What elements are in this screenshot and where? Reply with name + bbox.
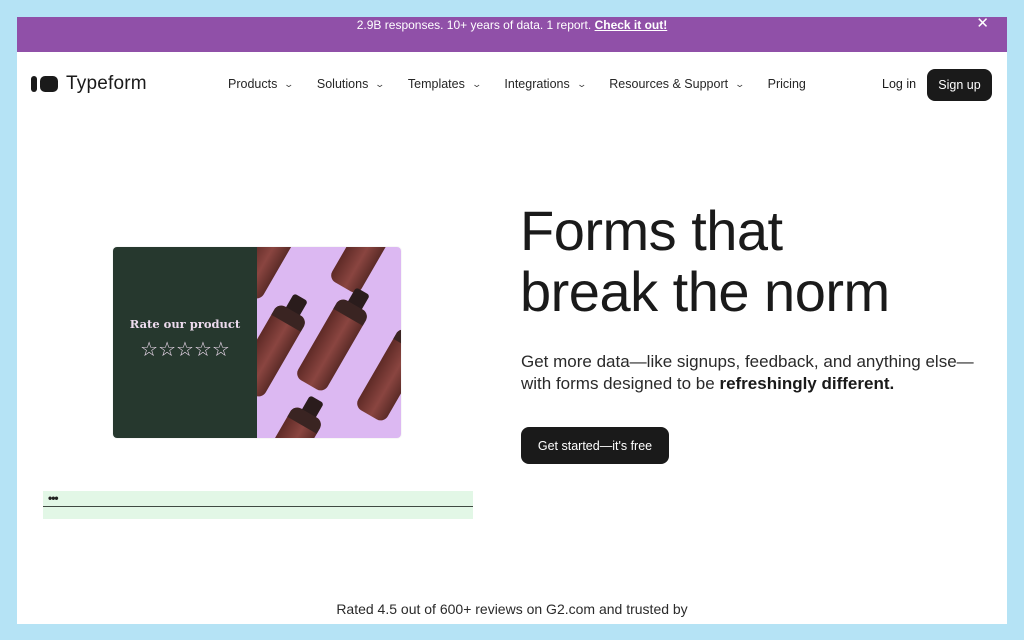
answer-input-preview: •••: [43, 491, 473, 519]
nav-item-integrations[interactable]: Integrations ⌄: [504, 77, 587, 91]
nav-item-resources-support[interactable]: Resources & Support ⌄: [609, 77, 746, 91]
chevron-down-icon: ⌄: [471, 78, 482, 89]
brand-name: Typeform: [66, 73, 147, 94]
bottle-image: [354, 326, 401, 424]
top-navigation: Typeform Products ⌄ Solutions ⌄ Template…: [17, 52, 1007, 117]
nav-item-label: Products: [228, 77, 278, 91]
hero-subtitle-emphasis: refreshingly different.: [719, 374, 895, 393]
nav-item-products[interactable]: Products ⌄: [228, 77, 295, 91]
nav-item-label: Templates: [407, 77, 465, 91]
get-started-button[interactable]: Get started—it's free: [521, 427, 669, 464]
nav-item-pricing[interactable]: Pricing: [768, 77, 806, 91]
logo-mark-icon: [31, 76, 37, 92]
rating-panel: Rate our product ☆☆☆☆☆: [113, 247, 257, 438]
nav-item-label: Solutions: [316, 77, 369, 91]
bottle-image: [257, 302, 308, 400]
bottle-image: [294, 296, 370, 394]
nav-item-solutions[interactable]: Solutions ⌄: [316, 77, 386, 91]
banner-link[interactable]: Check it out!: [595, 18, 668, 32]
chevron-down-icon: ⌄: [734, 78, 746, 89]
bottle-image: [257, 247, 306, 302]
product-image: [257, 247, 401, 438]
nav-item-label: Integrations: [504, 77, 570, 91]
chevron-down-icon: ⌄: [374, 78, 386, 89]
logo-mark-icon-b: [40, 76, 58, 92]
hero-title-line-2: break the norm: [520, 260, 890, 323]
rating-question: Rate our product: [129, 317, 241, 331]
hero-title: Forms that break the norm: [520, 200, 890, 322]
login-link[interactable]: Log in: [882, 77, 916, 91]
nav-item-label: Resources & Support: [609, 77, 729, 91]
hero-subtitle: Get more data—like signups, feedback, an…: [521, 351, 981, 395]
nav-item-label: Pricing: [767, 77, 806, 91]
typing-indicator-icon: •••: [48, 491, 59, 505]
page-frame: 2.9B responses. 10+ years of data. 1 rep…: [17, 17, 1007, 624]
hero-title-line-1: Forms that: [520, 199, 783, 262]
social-proof-text: Rated 4.5 out of 600+ reviews on G2.com …: [336, 601, 688, 617]
banner-text: 2.9B responses. 10+ years of data. 1 rep…: [356, 18, 592, 32]
star-rating-icons: ☆☆☆☆☆: [140, 339, 230, 361]
announcement-banner: 2.9B responses. 10+ years of data. 1 rep…: [17, 17, 1007, 52]
close-icon[interactable]: ✕: [976, 17, 989, 31]
bottle-image: [257, 404, 324, 438]
banner-message: 2.9B responses. 10+ years of data. 1 rep…: [17, 17, 1007, 33]
chevron-down-icon: ⌄: [576, 78, 587, 89]
main-menu: Products ⌄ Solutions ⌄ Templates ⌄ Integ…: [228, 77, 830, 91]
form-preview-card: Rate our product ☆☆☆☆☆: [113, 247, 401, 438]
input-underline: [43, 506, 473, 507]
bottle-image: [328, 247, 401, 296]
typeform-logo[interactable]: Typeform: [31, 72, 147, 96]
chevron-down-icon: ⌄: [283, 78, 295, 89]
signup-button[interactable]: Sign up: [927, 69, 992, 101]
nav-item-templates[interactable]: Templates ⌄: [407, 77, 482, 91]
